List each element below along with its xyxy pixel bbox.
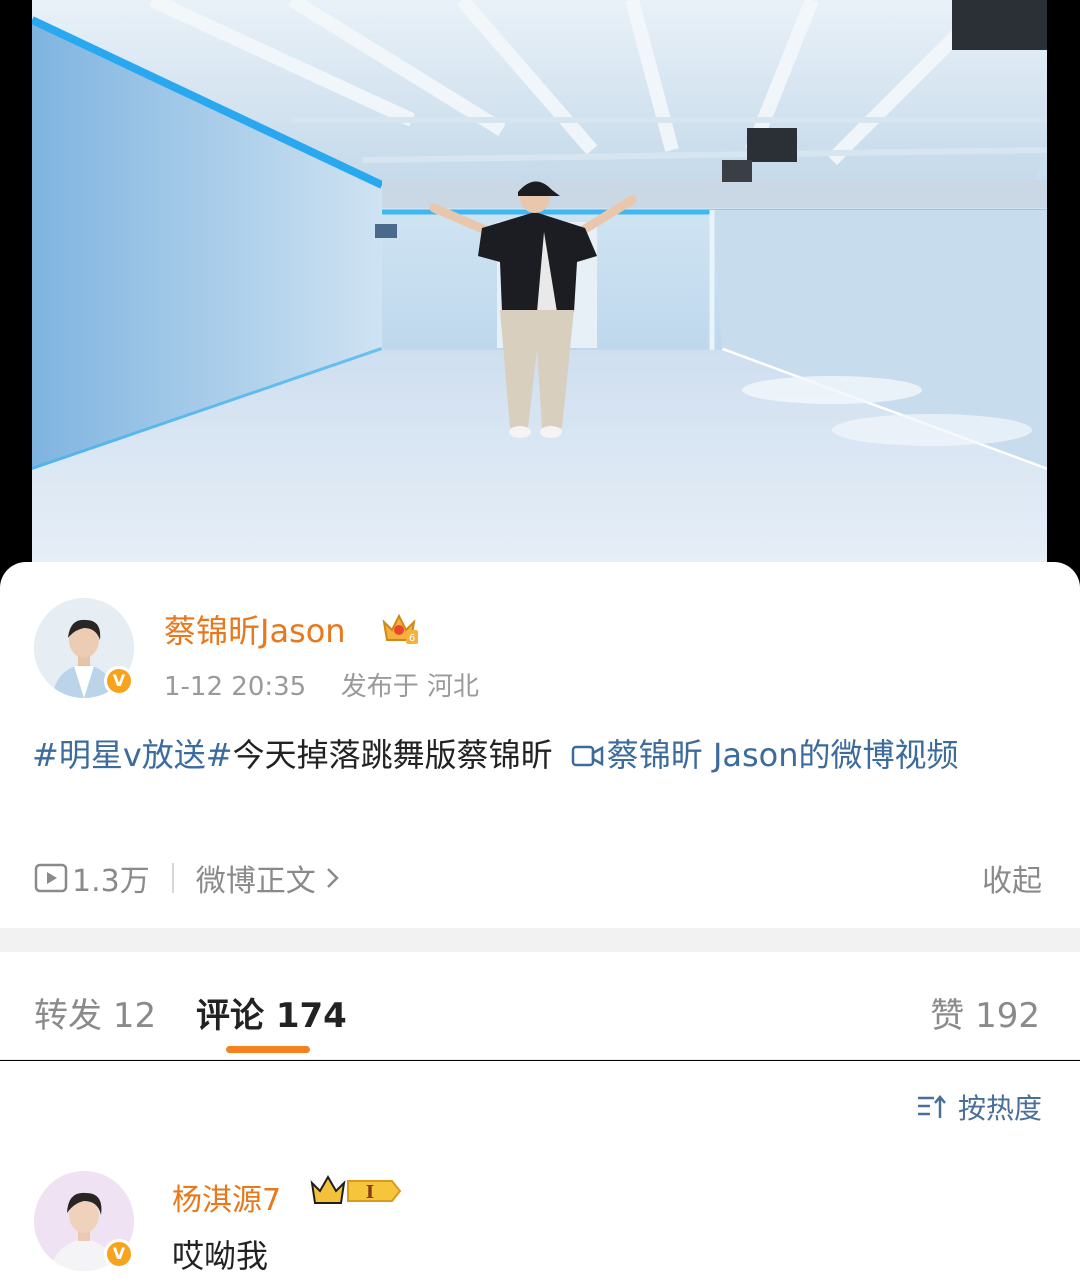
crown-badge-icon[interactable]: I xyxy=(308,1173,402,1209)
comment-text: 哎呦我 xyxy=(172,1237,269,1275)
post-body: #明星v放送#今天掉落跳舞版蔡锦昕 蔡锦昕 Jason的微博视频 xyxy=(32,726,1042,784)
video-player[interactable] xyxy=(32,0,1047,600)
verified-icon: V xyxy=(104,666,134,696)
sort-button[interactable]: 按热度 xyxy=(916,1087,1042,1127)
topic-link[interactable]: #明星v放送# xyxy=(32,736,233,774)
tab-comment-label: 评论 xyxy=(196,996,264,1036)
section-divider xyxy=(0,928,1080,952)
tab-repost-label: 转发 xyxy=(34,996,102,1036)
active-tab-indicator xyxy=(226,1046,310,1053)
tab-like[interactable]: 赞 192 xyxy=(930,988,1040,1037)
sort-icon xyxy=(917,1095,946,1118)
dance-studio-frame xyxy=(32,0,1047,600)
sort-label: 按热度 xyxy=(957,1092,1042,1125)
stats-divider xyxy=(171,863,174,893)
tab-like-count: 192 xyxy=(975,996,1040,1036)
post-time: 1-12 20:35 xyxy=(164,672,307,702)
tab-like-label: 赞 xyxy=(930,996,965,1036)
tab-repost[interactable]: 转发 12 xyxy=(34,988,156,1037)
comment-username[interactable]: 杨淇源7 xyxy=(172,1175,281,1219)
post-card: V 蔡锦昕Jason 6 1-12 20:35 发布于 河北 #明星v放送#今天… xyxy=(0,562,1080,928)
comment-list: 按热度 V 杨淇源7 I 哎呦我 xyxy=(0,1061,1080,1283)
video-link[interactable]: 蔡锦昕 Jason的微博视频 xyxy=(563,736,959,774)
tab-comment-count: 174 xyxy=(275,996,347,1036)
comment-avatar-wrapper[interactable]: V xyxy=(34,1171,138,1275)
tab-repost-count: 12 xyxy=(112,996,157,1036)
play-count-icon xyxy=(34,863,68,893)
video-link-label: 蔡锦昕 Jason的微博视频 xyxy=(606,736,959,774)
video-link-icon xyxy=(571,745,604,767)
chevron-right-icon[interactable] xyxy=(322,863,344,893)
interaction-tabs: 转发 12 评论 174 赞 192 xyxy=(0,952,1080,1060)
post-location: 发布于 河北 xyxy=(340,672,479,702)
tab-comment[interactable]: 评论 174 xyxy=(196,988,347,1037)
author-username[interactable]: 蔡锦昕Jason xyxy=(164,606,346,652)
full-text-link[interactable]: 微博正文 xyxy=(196,856,316,900)
comment-badge-level: I xyxy=(366,1182,374,1203)
post-stats: 1.3万 微博正文 xyxy=(34,856,344,900)
view-count: 1.3万 xyxy=(72,864,150,899)
post-text: 今天掉落跳舞版蔡锦昕 xyxy=(232,736,553,774)
author-avatar-wrapper[interactable]: V xyxy=(34,598,138,702)
collapse-button[interactable]: 收起 xyxy=(982,856,1042,900)
svg-text:6: 6 xyxy=(409,633,415,644)
verified-icon: V xyxy=(104,1239,134,1269)
crown-badge-icon[interactable]: 6 xyxy=(380,610,418,646)
